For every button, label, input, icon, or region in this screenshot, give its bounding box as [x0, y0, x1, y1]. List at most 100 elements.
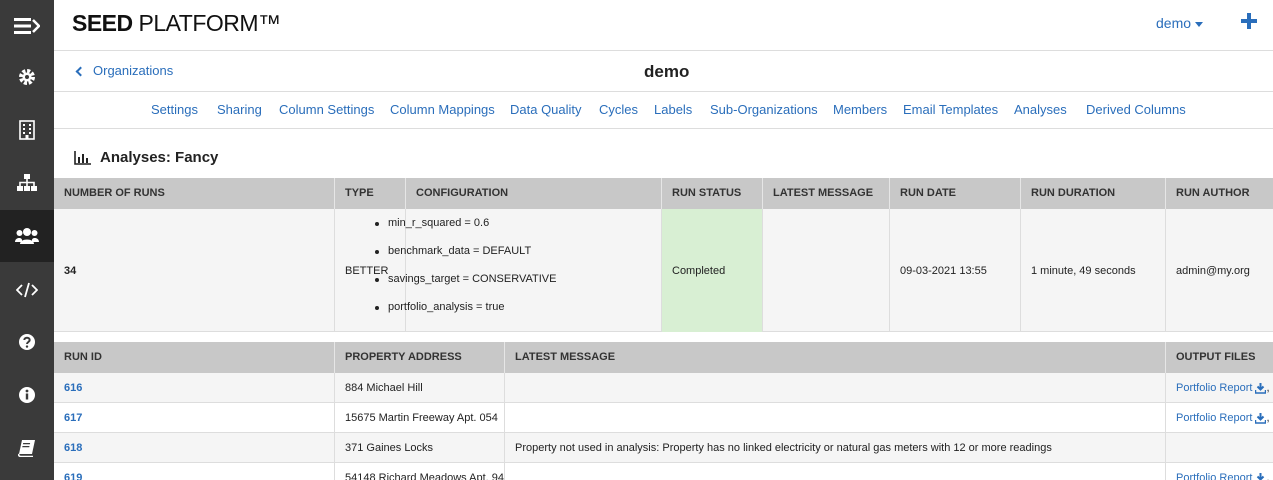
- code-icon: [16, 282, 38, 298]
- property-address: 371 Gaines Locks: [335, 433, 505, 463]
- more-files[interactable]: , B: [1266, 412, 1273, 424]
- page-title: demo: [644, 62, 690, 81]
- chevron-left-icon: [75, 66, 86, 77]
- table-row: 618 371 Gaines Locks Property not used i…: [54, 433, 1273, 463]
- run-id[interactable]: 619: [64, 472, 82, 480]
- header-run-status[interactable]: Run Status: [662, 178, 763, 209]
- menu-toggle-icon: [14, 18, 40, 34]
- header-run-id[interactable]: Run ID: [54, 342, 335, 373]
- table-row: 616 884 Michael Hill Portfolio Report , B: [54, 373, 1273, 403]
- sidebar-item-network[interactable]: [0, 157, 54, 209]
- analysis-title-text: Analyses: Fancy: [100, 149, 219, 166]
- user-menu[interactable]: demo: [1156, 15, 1204, 31]
- run-author: admin@my.org: [1176, 264, 1250, 277]
- org-bar: Organizations demo: [54, 51, 1273, 92]
- latest-message: [763, 209, 890, 332]
- caret-down-icon: [1195, 21, 1204, 27]
- sitemap-icon: [17, 174, 37, 191]
- brand-logo[interactable]: SEED PLATFORM™: [72, 10, 281, 37]
- more-files[interactable]: , B: [1266, 472, 1273, 480]
- tab-labels[interactable]: Labels: [654, 102, 692, 117]
- users-icon: [15, 228, 39, 244]
- tab-sharing[interactable]: Sharing: [217, 102, 262, 117]
- number-of-runs: 34: [54, 209, 335, 332]
- tab-column-mappings[interactable]: Column Mappings: [390, 102, 495, 117]
- config-item: benchmark_data = DEFAULT: [374, 245, 532, 257]
- tab-cycles[interactable]: Cycles: [599, 102, 638, 117]
- configuration-list: min_r_squared = 0.6 benchmark_data = DEF…: [352, 209, 608, 332]
- header-output-files[interactable]: Output Files: [1166, 342, 1273, 373]
- sidebar-item-about[interactable]: [0, 369, 54, 421]
- chart-bar-icon: [74, 150, 91, 165]
- run-id[interactable]: 617: [64, 412, 82, 424]
- analysis-title: Analyses: Fancy: [74, 149, 218, 166]
- download-icon[interactable]: [1255, 382, 1267, 394]
- portfolio-report-link[interactable]: Portfolio Report: [1176, 412, 1252, 424]
- download-icon[interactable]: [1255, 412, 1267, 424]
- property-address: 884 Michael Hill: [335, 373, 505, 403]
- download-icon[interactable]: [1255, 472, 1267, 480]
- sidebar-item-inventory[interactable]: [0, 104, 54, 156]
- tab-derived-columns[interactable]: Derived Columns: [1086, 102, 1186, 117]
- run-date: 09-03-2021 13:55: [890, 209, 1021, 332]
- tab-analyses[interactable]: Analyses: [1014, 102, 1067, 117]
- run-id[interactable]: 618: [64, 442, 82, 454]
- book-icon: [18, 440, 35, 457]
- brand-rest: PLATFORM™: [132, 10, 282, 36]
- output-files: [1166, 433, 1273, 463]
- header-number-of-runs[interactable]: Number of Runs: [54, 178, 335, 209]
- info-icon: [19, 387, 35, 403]
- org-tabs: Settings Sharing Column Settings Column …: [54, 92, 1273, 129]
- run-id-link[interactable]: 616: [54, 373, 335, 403]
- header-latest-message[interactable]: Latest Message: [505, 342, 1166, 373]
- back-label: Organizations: [93, 63, 174, 78]
- sidebar-item-documentation[interactable]: [0, 422, 54, 474]
- gear-icon: [19, 69, 35, 85]
- header-run-duration[interactable]: Run Duration: [1021, 178, 1166, 209]
- tab-settings[interactable]: Settings: [151, 102, 198, 117]
- sidebar-toggle[interactable]: [0, 0, 54, 52]
- analysis-row: 34 BETTER Completed 09-03-2021 13:55 1 m…: [54, 209, 1273, 332]
- tab-column-settings[interactable]: Column Settings: [279, 102, 374, 117]
- analysis-table-header: Number of Runs Type Configuration Run St…: [54, 178, 1273, 209]
- header-type[interactable]: Type: [335, 178, 406, 209]
- plus-icon[interactable]: [1241, 13, 1257, 29]
- sidebar-item-help[interactable]: [0, 316, 54, 368]
- latest-message: Property not used in analysis: Property …: [505, 433, 1166, 463]
- config-item: savings_target = CONSERVATIVE: [374, 273, 557, 285]
- back-to-organizations[interactable]: Organizations: [74, 63, 173, 78]
- run-id[interactable]: 616: [64, 382, 82, 394]
- tab-data-quality[interactable]: Data Quality: [510, 102, 582, 117]
- portfolio-report-link[interactable]: Portfolio Report: [1176, 382, 1252, 394]
- runs-table-header: Run ID Property Address Latest Message O…: [54, 342, 1273, 373]
- sidebar-item-settings[interactable]: [0, 51, 54, 103]
- config-item: min_r_squared = 0.6: [374, 217, 490, 229]
- header-run-date[interactable]: Run Date: [890, 178, 1021, 209]
- header-latest-message[interactable]: Latest Message: [763, 178, 890, 209]
- status-badge: Completed: [662, 209, 763, 332]
- config-item: portfolio_analysis = true: [374, 301, 505, 313]
- sidebar-item-organizations[interactable]: [0, 210, 54, 262]
- header-property-address[interactable]: Property Address: [335, 342, 505, 373]
- tab-email-templates[interactable]: Email Templates: [903, 102, 998, 117]
- help-icon: [19, 334, 35, 350]
- sidebar: [0, 0, 54, 480]
- run-id-link[interactable]: 617: [54, 403, 335, 433]
- property-address: 54148 Richard Meadows Apt. 943: [335, 463, 505, 480]
- run-id-link[interactable]: 618: [54, 433, 335, 463]
- header-configuration[interactable]: Configuration: [406, 178, 662, 209]
- latest-message: [505, 403, 1166, 433]
- property-address: 15675 Martin Freeway Apt. 054: [335, 403, 505, 433]
- output-files: Portfolio Report , B: [1166, 463, 1273, 480]
- portfolio-report-link[interactable]: Portfolio Report: [1176, 472, 1252, 480]
- header-run-author[interactable]: Run Author: [1166, 178, 1273, 209]
- building-icon: [19, 120, 35, 140]
- run-id-link[interactable]: 619: [54, 463, 335, 480]
- sidebar-item-api[interactable]: [0, 264, 54, 316]
- output-files: Portfolio Report , B: [1166, 403, 1273, 433]
- tab-sub-organizations[interactable]: Sub-Organizations: [710, 102, 818, 117]
- more-files[interactable]: , B: [1266, 382, 1273, 394]
- tab-members[interactable]: Members: [833, 102, 887, 117]
- top-bar: SEED PLATFORM™ demo: [54, 0, 1273, 51]
- table-row: 617 15675 Martin Freeway Apt. 054 Portfo…: [54, 403, 1273, 433]
